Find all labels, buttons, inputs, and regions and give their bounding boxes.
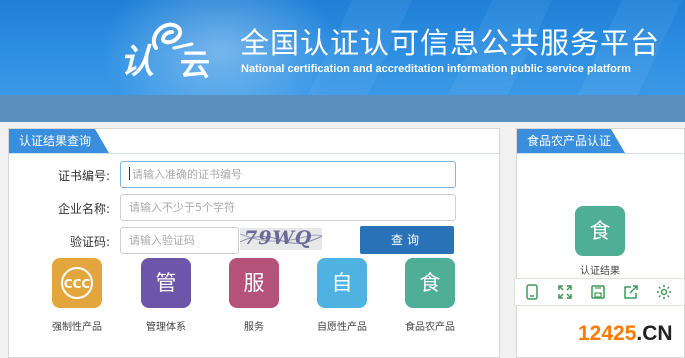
voluntary-icon: 自 (317, 258, 367, 308)
captcha-label: 验证码: (69, 235, 110, 249)
food-icon: 食 (405, 258, 455, 308)
share-icon[interactable] (614, 279, 647, 305)
site-title: 全国认证认可信息公共服务平台 (240, 26, 661, 60)
watermark-logo: 12425.CN (578, 322, 673, 345)
captcha-image[interactable]: 79WQ (240, 228, 322, 250)
category-management-system[interactable]: 管 管理体系 (131, 258, 201, 333)
query-button[interactable]: 查询 (360, 226, 454, 254)
header-banner: 认 云 全国认证认可信息公共服务平台 National certificatio… (0, 0, 685, 95)
cert-number-input[interactable]: 请输入准确的证书编号 (120, 161, 456, 188)
category-food-agricultural[interactable]: 食 食品农产品 (395, 258, 465, 333)
company-name-input[interactable]: 请输入不少于5个字符 (120, 194, 456, 221)
page: { "header": { "logo_ren": "认", "logo_yun… (0, 0, 685, 358)
svg-text:CCC: CCC (64, 277, 91, 291)
cert-query-tab[interactable]: 认证结果查询 (9, 129, 109, 153)
cert-number-label: 证书编号: (57, 169, 110, 183)
ccc-icon: CCC (52, 258, 102, 308)
category-service[interactable]: 服 服务 (219, 258, 289, 333)
phone-icon[interactable] (515, 279, 548, 305)
logo-yun: 云 (180, 48, 210, 83)
save-icon[interactable] (581, 279, 614, 305)
management-icon: 管 (141, 258, 191, 308)
food-result-label: 认证结果 (580, 266, 620, 277)
captcha-input[interactable]: 请输入验证码 (120, 227, 239, 254)
category-voluntary-products[interactable]: 自 自愿性产品 (307, 258, 377, 333)
settings-icon[interactable] (647, 279, 680, 305)
nav-bar (0, 95, 685, 122)
service-icon: 服 (229, 258, 279, 308)
floating-toolbar (514, 278, 685, 306)
company-name-label: 企业名称: (57, 202, 110, 216)
food-result-icon[interactable]: 食 (575, 206, 625, 256)
food-cert-tab[interactable]: 食品农产品认证 (517, 129, 625, 153)
fullscreen-icon[interactable] (548, 279, 581, 305)
category-compulsory-products[interactable]: CCC 强制性产品 (42, 258, 112, 333)
site-subtitle: National certification and accreditation… (241, 63, 631, 75)
logo[interactable]: 认 云 (120, 18, 215, 83)
